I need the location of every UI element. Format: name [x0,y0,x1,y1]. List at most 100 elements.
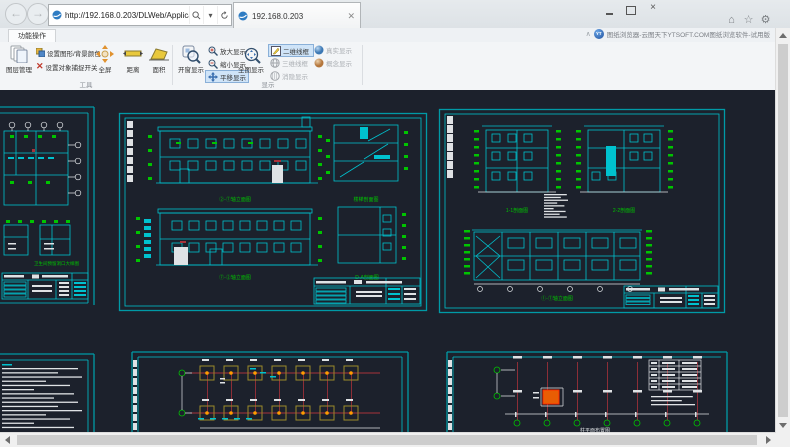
minimize-button[interactable] [600,2,618,15]
caption: ⑦-②轴立面图 [219,274,251,281]
display-group-label: 显示 [178,79,358,89]
detail-drawings [4,220,70,255]
section-2: D-A剖面图 [338,207,406,281]
sheet-left-partial: 卫生间预留洞口大样图 [0,105,100,305]
caption: ①-⑦轴立面图 [541,295,573,302]
conceptual-label: 概念显示 [326,58,352,68]
wireframe-2d-icon [271,46,281,56]
ribbon: 图层管理 设置图形/背景颜色 ✕ 设置对象捕捉开关 全屏 距离 面积 [0,42,776,91]
zoom-all-button[interactable]: 全图显示 [238,44,264,77]
caption: 楼梯剖面图 [353,196,378,203]
stair-section: 楼梯剖面图 [326,125,408,203]
signature-strip [127,121,133,182]
window-zoom-icon [178,44,204,64]
wireframe-3d-button[interactable]: 三维线框 [268,57,312,68]
browser-chrome: ← → http://192.168.0.203/DLWeb/Applicati… [0,0,790,28]
horizontal-scrollbar[interactable] [0,432,776,447]
caption: D-A剖面图 [355,274,379,281]
group-separator [362,45,363,85]
realistic-sphere-icon [314,45,324,55]
browser-tab[interactable]: 192.168.0.203 ✕ [233,2,361,29]
zoom-all-label: 全图显示 [238,67,264,74]
signature-strip [133,360,137,430]
distance-button[interactable]: 距离 [120,44,146,77]
signature-strip [448,360,452,430]
wireframe-3d-label: 三维线框 [282,58,308,68]
red-x-icon: ✕ [36,61,44,72]
vertical-scroll-thumb[interactable] [778,44,788,417]
wireframe-2d-button[interactable]: 二维线框 [268,44,314,57]
sheet-elevations: ②-⑦轴立面图 楼梯剖面图 [118,112,428,312]
fullscreen-label: 全屏 [99,67,112,74]
search-icon[interactable] [189,6,203,24]
app-notice: ∧ YT 图纸浏览器-云图天下YTSOFT.COM图纸浏览软件-试用版 [586,29,770,39]
close-button[interactable]: × [644,2,662,15]
wireframe-2d-label: 二维线框 [283,46,309,56]
elevation-2: ⑦-②轴立面图 [136,209,322,281]
column-grid: 柱平面布置图 [494,356,709,433]
forward-button[interactable]: → [27,3,49,25]
section-2: 2-2剖面图 [576,126,673,214]
distance-label: 距离 [127,67,140,74]
realistic-button[interactable]: 真实显示 [312,44,356,55]
title-block [2,273,88,299]
set-osnap-button[interactable]: ✕ 设置对象捕捉开关 [34,61,100,72]
notice-text: 图纸浏览器-云图天下YTSOFT.COM图纸浏览软件-试用版 [607,29,770,39]
layer-manager-label: 图层管理 [6,67,32,74]
scroll-down-arrow[interactable] [779,423,787,428]
title-block [624,286,718,308]
home-icon[interactable]: ⌂ [724,14,739,27]
conceptual-sphere-icon [314,58,324,68]
scroll-right-arrow[interactable] [766,436,771,444]
group-separator [172,45,173,85]
horizontal-scroll-thumb[interactable] [17,435,757,445]
notes-block [544,194,568,218]
maximize-button[interactable] [622,2,640,15]
back-button[interactable]: ← [5,3,27,25]
window-zoom-label: 开窗显示 [178,67,204,74]
set-osnap-label: 设置对象捕捉开关 [46,62,98,72]
fullscreen-button[interactable]: 全屏 [92,44,118,77]
wireframe-3d-icon [270,58,280,68]
tools-group-label: 工具 [6,79,166,89]
ie-favicon [238,11,248,21]
back-arrow-icon: ← [10,6,22,20]
conceptual-button[interactable]: 概念显示 [312,57,356,68]
refresh-icon[interactable] [217,6,231,24]
realistic-label: 真实显示 [326,45,352,55]
yt-logo-icon: YT [594,29,604,39]
close-icon: × [650,2,656,13]
signature-strip [447,116,453,178]
browser-window: ← → http://192.168.0.203/DLWeb/Applicati… [0,0,790,447]
sheet-notes-partial [0,348,100,433]
url-text: http://192.168.0.203/DLWeb/Application/Y… [65,11,189,20]
caption: ②-⑦轴立面图 [219,196,251,203]
sheet-sections: 1-1剖面图 2-2剖面图 [438,108,726,314]
settings-gear-icon[interactable]: ⚙ [758,14,773,27]
ie-favicon [52,10,62,20]
layer-manager-button[interactable]: 图层管理 [6,44,32,77]
plan-drawing [4,122,81,205]
window-zoom-button[interactable]: 开窗显示 [178,44,204,77]
caption: 1-1剖面图 [506,207,528,214]
tab-close-icon[interactable]: ✕ [347,11,355,22]
sheet-column-plan: 柱平面布置图 [445,348,729,433]
scrollbar-corner [776,433,790,447]
collapse-caret-icon[interactable]: ∧ [586,30,591,38]
foundation-grid [179,359,380,428]
fullscreen-arrows-icon [92,44,118,64]
color-icon [36,48,45,57]
tab-function-operations[interactable]: 功能操作 [8,29,56,43]
vertical-scrollbar[interactable] [775,28,790,433]
elevation-1: ②-⑦轴立面图 [148,117,322,203]
chevron-down-icon[interactable]: ▾ [203,6,217,24]
ruler-icon [120,44,146,64]
zoom-out-icon [208,59,218,69]
scroll-up-arrow[interactable] [779,33,787,38]
area-button[interactable]: 面积 [146,44,172,77]
favorites-star-icon[interactable]: ☆ [741,14,756,27]
cad-canvas[interactable]: 卫生间预留洞口大样图 [0,90,776,433]
maximize-icon [626,6,636,15]
address-bar[interactable]: http://192.168.0.203/DLWeb/Application/Y… [48,4,232,26]
scroll-left-arrow[interactable] [5,436,10,444]
